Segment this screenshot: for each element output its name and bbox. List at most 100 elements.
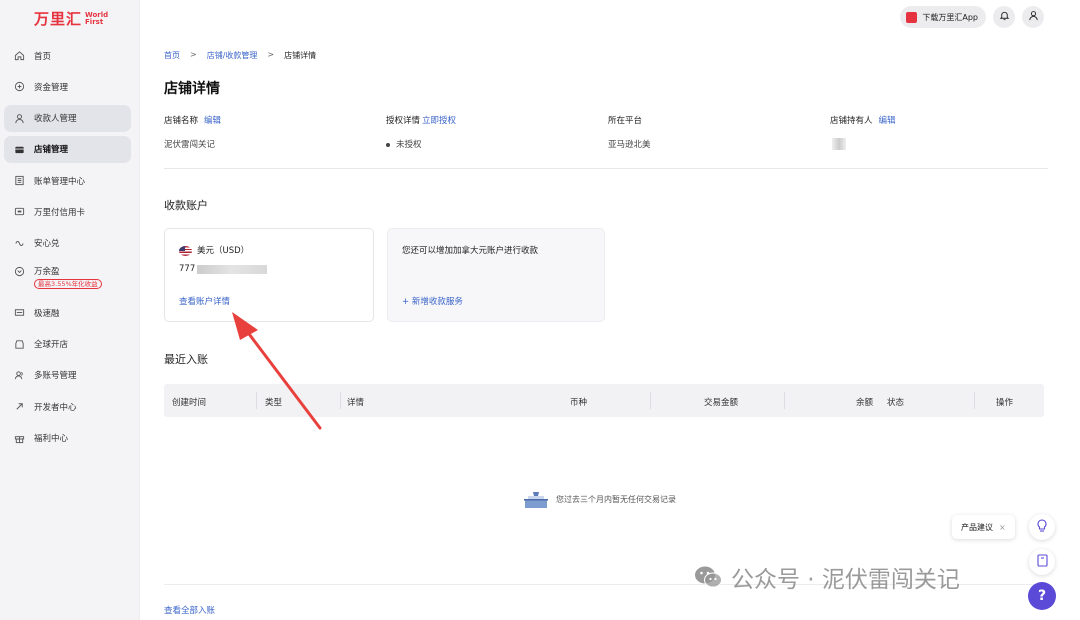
owner-label: 店铺持有人 <box>830 116 873 126</box>
download-app-button[interactable]: 下载万里汇App <box>900 6 986 28</box>
platform-label: 所在平台 <box>608 116 643 126</box>
platform-value: 亚马逊北美 <box>608 140 651 150</box>
sidebar-item-label: 安心兑 <box>34 239 60 250</box>
auth-label: 授权详情 <box>386 116 421 126</box>
book-icon <box>1036 554 1048 570</box>
notification-button[interactable] <box>993 6 1015 28</box>
sidebar-item-label: 店铺管理 <box>34 145 69 156</box>
sidebar-item-global-store[interactable]: 全球开店 <box>4 331 131 358</box>
col-divider <box>340 392 341 409</box>
suggestion-button[interactable] <box>1029 514 1055 540</box>
close-icon[interactable]: × <box>999 523 1006 532</box>
developer-icon <box>13 401 25 413</box>
exchange-icon <box>13 237 25 249</box>
breadcrumb-parent[interactable]: 店铺/收款管理 <box>207 50 258 61</box>
empty-message: 您过去三个月内暂无任何交易记录 <box>556 494 676 504</box>
sidebar-item-label: 资金管理 <box>34 82 69 93</box>
col-currency: 币种 <box>570 398 588 408</box>
breadcrumb: 首页 > 店铺/收款管理 > 店铺详情 <box>164 50 316 61</box>
breadcrumb-separator: > <box>190 50 197 59</box>
sidebar-item-label: 万余盈 <box>34 267 60 278</box>
feedback-label: 产品建议 <box>961 522 993 532</box>
us-flag-icon <box>179 245 192 256</box>
brand-name-en: World First <box>85 11 108 26</box>
account-button[interactable] <box>1022 6 1044 28</box>
yield-badge: 最高3.55%年化收益 <box>34 279 102 290</box>
col-status: 状态 <box>887 398 905 408</box>
wechat-icon <box>695 566 722 588</box>
accounts-title: 收款账户 <box>164 199 208 212</box>
help-button[interactable]: ? <box>1028 582 1056 610</box>
gift-icon <box>13 432 25 444</box>
edit-owner-link[interactable]: 编辑 <box>879 116 896 126</box>
sidebar-item-payee[interactable]: 收款人管理 <box>4 104 131 132</box>
sidebar-item-label: 多账号管理 <box>34 371 77 382</box>
topbar: 下载万里汇App <box>900 6 1044 28</box>
sidebar-item-label: 万里付信用卡 <box>34 207 86 218</box>
col-detail: 详情 <box>347 398 365 408</box>
watermark-text: 公众号 · 泥伏雷闯关记 <box>731 567 960 593</box>
usd-account-card[interactable]: 美元（USD） 777 查看账户详情 <box>164 228 374 322</box>
sidebar-item-multi-account[interactable]: 多账号管理 <box>4 362 131 389</box>
breadcrumb-home[interactable]: 首页 <box>164 50 180 61</box>
sidebar-item-welfare[interactable]: 福利中心 <box>4 425 131 452</box>
store-name-value: 泥伏雷闯关记 <box>164 140 216 150</box>
brand-en-line2: First <box>85 17 104 26</box>
brand-logo[interactable]: 万里汇 World First <box>34 8 108 29</box>
sidebar-item-savings[interactable]: 万余盈 最高3.55%年化收益 <box>4 261 131 295</box>
product-feedback-button[interactable]: 产品建议 × <box>952 515 1015 539</box>
funds-icon <box>13 81 25 93</box>
app-logo-icon <box>906 11 918 23</box>
sidebar-item-label: 首页 <box>34 51 52 62</box>
add-account-card: 您还可以增加加拿大元账户进行收款 + 新增收款服务 <box>387 228 605 322</box>
user-icon <box>1028 10 1039 24</box>
status-dot <box>386 142 390 147</box>
col-divider <box>784 392 785 409</box>
view-all-entries-link[interactable]: 查看全部入账 <box>164 604 215 616</box>
sidebar-item-label: 开发者中心 <box>34 402 77 413</box>
sidebar-item-bills[interactable]: 账单管理中心 <box>4 167 131 194</box>
bill-icon <box>13 175 25 187</box>
manual-button[interactable] <box>1029 549 1055 575</box>
authorize-now-link[interactable]: 立即授权 <box>422 116 456 126</box>
sidebar-item-exchange[interactable]: 安心兑 <box>4 230 131 257</box>
col-type: 类型 <box>265 398 283 408</box>
sidebar-item-credit-card[interactable]: 万里付信用卡 <box>4 198 131 225</box>
owner-field: 店铺持有人 编辑 <box>830 114 896 150</box>
currency-label: 美元（USD） <box>179 244 249 256</box>
multi-account-icon <box>13 369 25 381</box>
card-icon <box>13 206 25 218</box>
sidebar-item-finance[interactable]: 极速融 <box>4 299 131 326</box>
col-amount: 交易金额 <box>704 398 739 408</box>
savings-icon <box>13 265 25 277</box>
global-store-icon <box>13 338 25 350</box>
col-balance: 余额 <box>856 398 874 408</box>
watermark: 公众号 · 泥伏雷闯关记 <box>693 560 960 594</box>
redacted-owner <box>832 138 846 150</box>
edit-store-name-link[interactable]: 编辑 <box>204 116 221 126</box>
page-title: 店铺详情 <box>164 81 220 97</box>
col-actions: 操作 <box>996 398 1014 408</box>
sidebar-item-label: 账单管理中心 <box>34 176 86 187</box>
sidebar-item-developer[interactable]: 开发者中心 <box>4 393 131 420</box>
payee-icon <box>13 112 25 124</box>
sidebar-item-home[interactable]: 首页 <box>4 42 131 69</box>
auth-field: 授权详情 立即授权 未授权 <box>386 114 456 150</box>
home-icon <box>13 50 25 62</box>
auth-status-value: 未授权 <box>396 140 422 150</box>
empty-state: 您过去三个月内暂无任何交易记录 <box>524 490 676 508</box>
sidebar-item-funds[interactable]: 资金管理 <box>4 73 131 100</box>
col-divider <box>256 392 257 409</box>
add-account-hint: 您还可以增加加拿大元账户进行收款 <box>402 246 539 256</box>
store-name-label: 店铺名称 <box>164 116 199 126</box>
add-service-link[interactable]: + 新增收款服务 <box>402 295 463 307</box>
sidebar-item-label: 福利中心 <box>34 434 69 445</box>
owner-value <box>832 138 846 150</box>
sidebar-item-store[interactable]: 店铺管理 <box>4 135 131 163</box>
empty-folder-icon <box>524 490 548 508</box>
view-account-details-link[interactable]: 查看账户详情 <box>179 295 230 307</box>
finance-icon <box>13 307 25 319</box>
col-created: 创建时间 <box>172 398 207 408</box>
store-name-field: 店铺名称 编辑 泥伏雷闯关记 <box>164 114 221 150</box>
sidebar-item-label: 收款人管理 <box>34 114 77 125</box>
